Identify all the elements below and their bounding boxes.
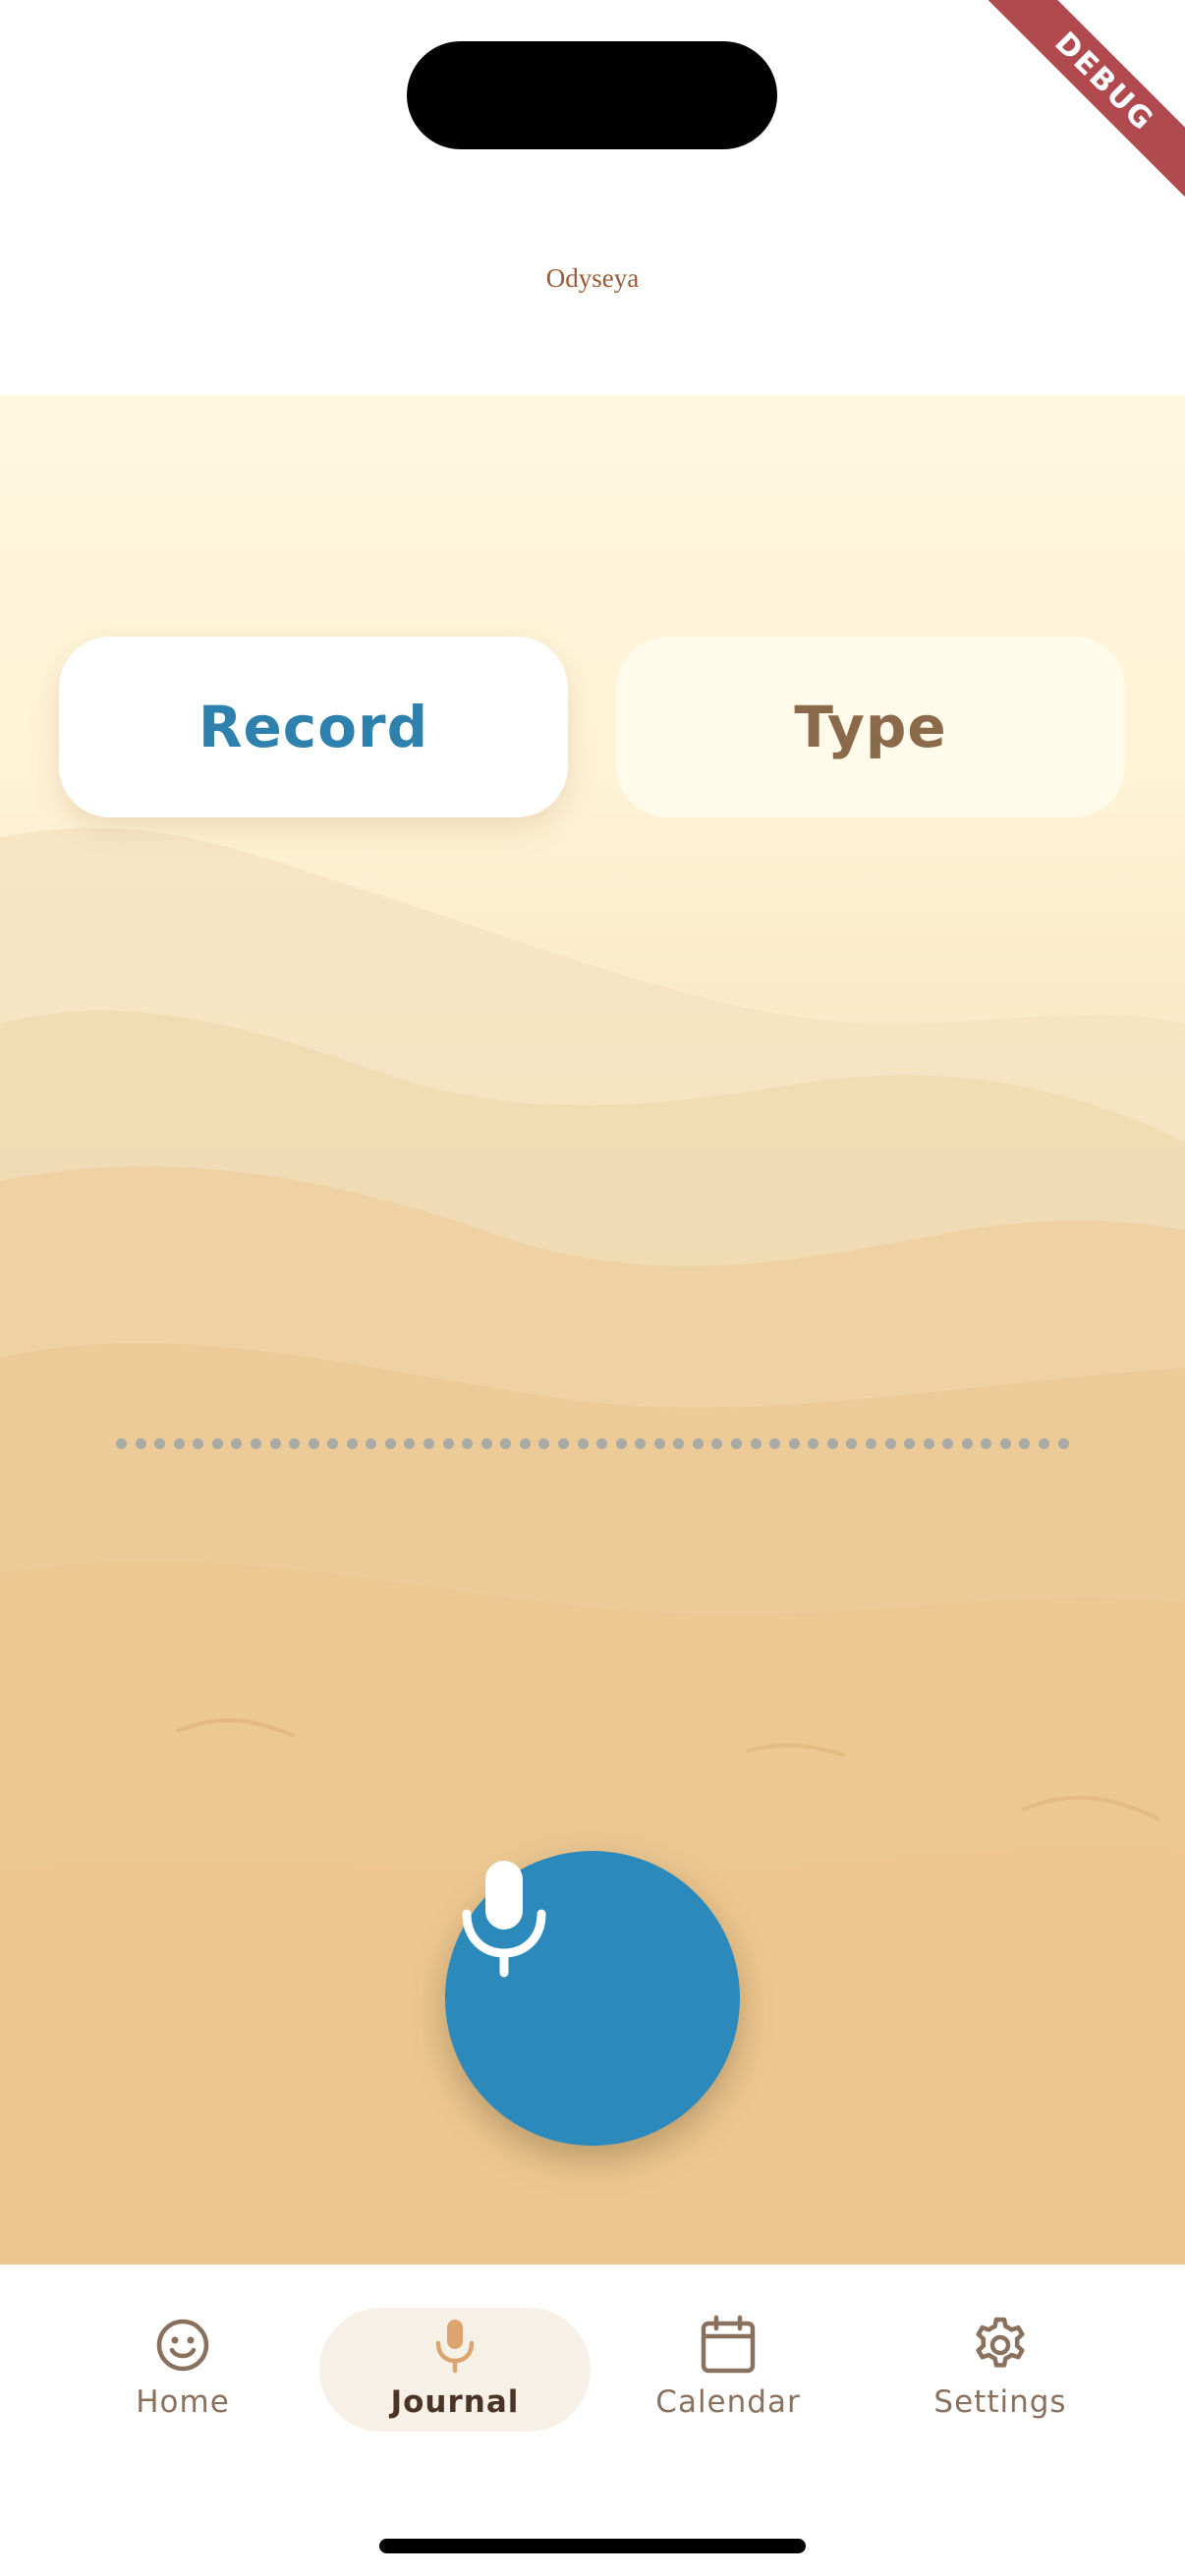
waveform-dot bbox=[327, 1437, 339, 1449]
audio-waveform bbox=[116, 1430, 1069, 1456]
dynamic-island bbox=[407, 41, 777, 149]
app-title: Odyseya bbox=[545, 263, 640, 293]
waveform-dot bbox=[615, 1437, 627, 1449]
waveform-dot bbox=[116, 1437, 127, 1449]
waveform-dot bbox=[538, 1437, 550, 1449]
record-mode-button[interactable]: Record bbox=[59, 637, 568, 817]
waveform-dot bbox=[519, 1437, 531, 1449]
waveform-dot bbox=[577, 1437, 589, 1449]
waveform-dot bbox=[173, 1437, 185, 1449]
waveform-dot bbox=[404, 1437, 416, 1449]
waveform-dot bbox=[384, 1437, 396, 1449]
waveform-dot bbox=[1057, 1437, 1069, 1449]
waveform-dot bbox=[904, 1437, 916, 1449]
nav-item-calendar[interactable]: Calendar bbox=[592, 2310, 864, 2436]
nav-label-settings: Settings bbox=[933, 2384, 1067, 2420]
nav-label-journal: Journal bbox=[390, 2384, 520, 2420]
waveform-dot bbox=[808, 1437, 819, 1449]
waveform-dot bbox=[366, 1437, 377, 1449]
nav-item-home[interactable]: Home bbox=[47, 2310, 318, 2436]
waveform-dot bbox=[884, 1437, 896, 1449]
waveform-dot bbox=[769, 1437, 781, 1449]
waveform-dot bbox=[154, 1437, 166, 1449]
waveform-dot bbox=[750, 1437, 762, 1449]
waveform-dot bbox=[269, 1437, 281, 1449]
debug-banner: DEBUG bbox=[969, 0, 1185, 216]
waveform-dot bbox=[211, 1437, 223, 1449]
waveform-dot bbox=[557, 1437, 569, 1449]
waveform-dot bbox=[346, 1437, 358, 1449]
waveform-dot bbox=[500, 1437, 512, 1449]
microphone-icon bbox=[435, 2320, 475, 2374]
waveform-dot bbox=[999, 1437, 1011, 1449]
record-mode-label: Record bbox=[198, 694, 429, 760]
debug-banner-label: DEBUG bbox=[976, 0, 1185, 210]
waveform-dot bbox=[653, 1437, 665, 1449]
smiley-icon bbox=[156, 2319, 209, 2372]
type-mode-button[interactable]: Type bbox=[616, 637, 1125, 817]
waveform-dot bbox=[596, 1437, 608, 1449]
waveform-dot bbox=[231, 1437, 243, 1449]
waveform-dot bbox=[961, 1437, 973, 1449]
nav-label-home: Home bbox=[136, 2384, 230, 2420]
gear-icon bbox=[976, 2317, 1025, 2368]
waveform-dot bbox=[193, 1437, 204, 1449]
waveform-dot bbox=[865, 1437, 876, 1449]
waveform-dot bbox=[308, 1437, 319, 1449]
waveform-dot bbox=[135, 1437, 146, 1449]
nav-item-journal[interactable]: Journal bbox=[319, 2310, 591, 2436]
waveform-dot bbox=[711, 1437, 723, 1449]
waveform-dot bbox=[692, 1437, 704, 1449]
waveform-dot bbox=[826, 1437, 838, 1449]
waveform-dot bbox=[480, 1437, 492, 1449]
waveform-dot bbox=[1039, 1437, 1049, 1449]
waveform-dot bbox=[846, 1437, 858, 1449]
waveform-dot bbox=[942, 1437, 954, 1449]
desert-background: Record Type bbox=[0, 395, 1185, 2265]
waveform-dot bbox=[788, 1437, 800, 1449]
waveform-dot bbox=[923, 1437, 934, 1449]
record-mic-button[interactable] bbox=[445, 1851, 740, 2146]
microphone-icon bbox=[462, 1861, 546, 1978]
waveform-dot bbox=[289, 1437, 301, 1449]
waveform-dot bbox=[635, 1437, 647, 1449]
waveform-dot bbox=[250, 1437, 261, 1449]
calendar-icon bbox=[701, 2315, 756, 2374]
waveform-dot bbox=[981, 1437, 992, 1449]
waveform-dot bbox=[423, 1437, 434, 1449]
waveform-dot bbox=[442, 1437, 454, 1449]
nav-item-settings[interactable]: Settings bbox=[865, 2310, 1136, 2436]
type-mode-label: Type bbox=[794, 694, 947, 760]
waveform-dot bbox=[1019, 1437, 1031, 1449]
nav-label-calendar: Calendar bbox=[655, 2384, 801, 2420]
waveform-dot bbox=[731, 1437, 742, 1449]
home-indicator bbox=[379, 2539, 806, 2553]
waveform-dot bbox=[673, 1437, 685, 1449]
waveform-dot bbox=[462, 1437, 474, 1449]
bottom-navigation: Home Journal Calendar Settings bbox=[0, 2265, 1185, 2576]
